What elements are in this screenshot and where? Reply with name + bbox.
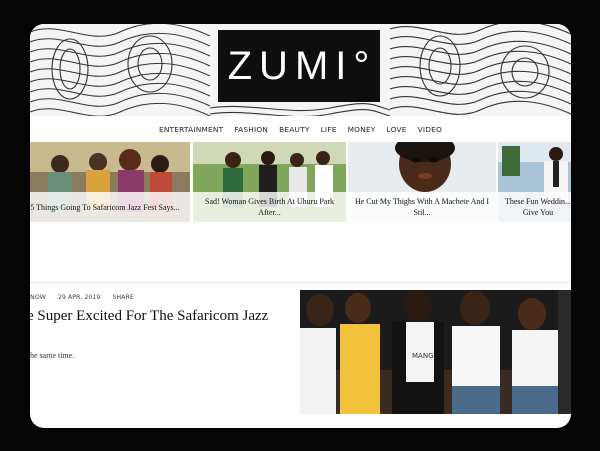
article-author[interactable]: NOW bbox=[30, 294, 46, 301]
article-title[interactable]: e Super Excited For The Safaricom Jazz bbox=[30, 307, 297, 326]
nav-video[interactable]: VIDEO bbox=[418, 125, 442, 134]
nav-entertainment[interactable]: ENTERTAINMENT bbox=[159, 125, 223, 134]
featured-carousel: 5 Things Going To Safaricom Jazz Fest Sa… bbox=[30, 142, 571, 222]
featured-caption: He Cut My Thighs With A Machete And I St… bbox=[348, 192, 496, 222]
nav-beauty[interactable]: BEAUTY bbox=[279, 125, 309, 134]
article-excerpt: he same time. bbox=[30, 351, 75, 360]
screen-frame: ZUMI° ENTERTAINMENT FASHION BEAUTY LIFE … bbox=[30, 24, 571, 428]
featured-card-machete[interactable]: He Cut My Thighs With A Machete And I St… bbox=[348, 142, 496, 222]
article-meta: NOW 29 APR, 2019 SHARE bbox=[30, 294, 134, 301]
featured-caption: 5 Things Going To Safaricom Jazz Fest Sa… bbox=[30, 192, 190, 222]
featured-caption: Sad! Woman Gives Birth At Uhuru Park Aft… bbox=[193, 192, 346, 222]
main-nav: ENTERTAINMENT FASHION BEAUTY LIFE MONEY … bbox=[30, 116, 571, 143]
site-logo[interactable]: ZUMI° bbox=[218, 30, 380, 102]
section-divider bbox=[30, 282, 571, 283]
featured-card-jazz[interactable]: 5 Things Going To Safaricom Jazz Fest Sa… bbox=[30, 142, 190, 222]
article-date: 29 APR, 2019 bbox=[57, 294, 101, 301]
header-banner: ZUMI° bbox=[30, 24, 571, 116]
featured-caption: These Fun Weddin... Give You bbox=[498, 192, 571, 222]
article-image[interactable]: MANG bbox=[300, 290, 571, 414]
logo-text: ZUMI° bbox=[227, 43, 377, 88]
nav-love[interactable]: LOVE bbox=[387, 125, 407, 134]
share-link[interactable]: SHARE bbox=[112, 294, 133, 301]
nav-fashion[interactable]: FASHION bbox=[234, 125, 268, 134]
featured-card-uhuru[interactable]: Sad! Woman Gives Birth At Uhuru Park Aft… bbox=[193, 142, 346, 222]
featured-card-wedding[interactable]: These Fun Weddin... Give You bbox=[498, 142, 571, 222]
nav-life[interactable]: LIFE bbox=[321, 125, 337, 134]
nav-money[interactable]: MONEY bbox=[348, 125, 376, 134]
article-photo-friends: MANG bbox=[300, 290, 571, 414]
shirt-text: MANG bbox=[412, 352, 434, 360]
